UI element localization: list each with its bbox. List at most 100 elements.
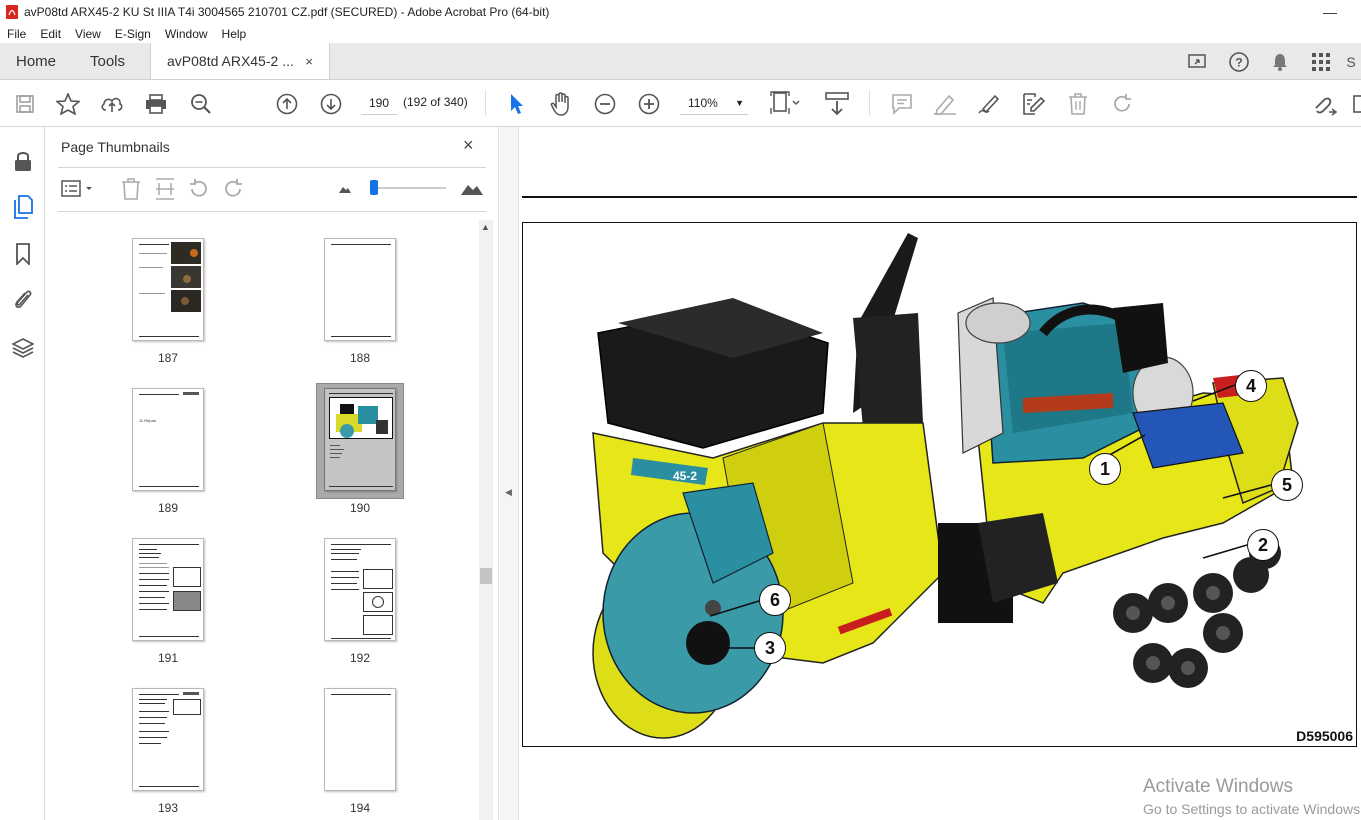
activate-windows-title: Activate Windows xyxy=(1143,776,1293,797)
layers-icon[interactable] xyxy=(0,330,45,366)
panel-collapse-strip[interactable]: ◀ xyxy=(500,127,519,820)
scrollbar-thumb[interactable] xyxy=(480,568,492,584)
thumbnail-page-number: 192 xyxy=(349,651,371,665)
zoom-out-icon[interactable] xyxy=(592,80,618,127)
panel-divider xyxy=(58,211,486,212)
figure-code: D595006 xyxy=(1296,728,1353,744)
thumbnail-page-number: 189 xyxy=(157,501,179,515)
callout-5: 5 xyxy=(1271,469,1303,501)
tab-document[interactable]: avP08td ARX45-2 ... × xyxy=(150,43,330,79)
panel-title: Page Thumbnails xyxy=(61,139,170,155)
select-cursor-icon[interactable] xyxy=(506,80,528,127)
attachment-paperclip-icon[interactable] xyxy=(0,281,45,317)
callout-4: 4 xyxy=(1235,370,1267,402)
share-link-icon[interactable] xyxy=(1310,80,1340,127)
window-title: avP08td ARX45-2 KU St IIIA T4i 3004565 2… xyxy=(24,5,550,19)
thumbnail-scrollbar[interactable]: ▲ xyxy=(479,220,493,820)
search-zoom-icon[interactable] xyxy=(188,80,214,127)
tab-bar: Home Tools avP08td ARX45-2 ... × ? S xyxy=(0,43,1361,80)
chevron-down-icon: ▼ xyxy=(735,98,744,108)
callout-3: 3 xyxy=(754,632,786,664)
navigation-rail xyxy=(0,127,45,820)
thumbnail-page xyxy=(132,538,204,641)
thumbnail-page xyxy=(324,688,396,791)
tab-document-label: avP08td ARX45-2 ... xyxy=(167,53,294,69)
scroll-up-icon[interactable]: ▲ xyxy=(481,222,490,232)
thumbnail-page xyxy=(324,238,396,341)
sign-pen-icon[interactable] xyxy=(976,80,1002,127)
sign-in-icon[interactable]: S xyxy=(1341,54,1361,70)
edit-document-icon[interactable] xyxy=(1020,80,1046,127)
page-fit-icon[interactable] xyxy=(768,80,804,127)
activate-windows-subtitle: Go to Settings to activate Windows. xyxy=(1143,801,1361,817)
page-thumbnails-icon[interactable] xyxy=(0,189,45,225)
callout-arrows xyxy=(705,384,1272,649)
save-icon[interactable] xyxy=(12,80,38,127)
callout-6: 6 xyxy=(759,584,791,616)
upload-cloud-icon[interactable] xyxy=(99,80,125,127)
thumbnail-page-number: 187 xyxy=(157,351,179,365)
thumbnail-page-number: 190 xyxy=(349,501,371,515)
callout-1: 1 xyxy=(1089,453,1121,485)
menu-esign[interactable]: E-Sign xyxy=(108,27,158,41)
menu-view[interactable]: View xyxy=(68,27,108,41)
slider-handle[interactable] xyxy=(370,180,378,195)
hand-tool-icon[interactable] xyxy=(548,80,574,127)
zoom-value: 110% xyxy=(688,95,718,110)
page-number-input[interactable]: 190 xyxy=(361,91,397,115)
lock-icon[interactable] xyxy=(0,143,45,179)
options-menu-icon[interactable] xyxy=(60,177,96,201)
share-review-icon[interactable] xyxy=(1177,52,1218,72)
machine-figure: 45-2 1 2 3 4 5 6 D595006 xyxy=(522,222,1357,747)
tab-home[interactable]: Home xyxy=(0,43,74,79)
menu-file[interactable]: File xyxy=(0,27,33,41)
extract-pages-icon[interactable] xyxy=(153,177,177,201)
previous-page-icon[interactable] xyxy=(274,80,300,127)
page-thumbnails-panel: Page Thumbnails × 187 188 11 Repair 189 … xyxy=(45,127,499,820)
thumbnail-page-number: 194 xyxy=(349,801,371,815)
toolbar-divider xyxy=(485,90,486,116)
highlight-pen-icon[interactable] xyxy=(932,80,958,127)
help-icon[interactable]: ? xyxy=(1218,51,1259,73)
thumbnail-page-number: 191 xyxy=(157,651,179,665)
panel-divider xyxy=(58,167,486,168)
svg-text:?: ? xyxy=(1235,55,1242,69)
delete-trash-icon[interactable] xyxy=(1065,80,1091,127)
apps-grid-icon[interactable] xyxy=(1300,52,1341,71)
collapse-left-icon[interactable]: ◀ xyxy=(505,487,512,498)
more-tools-icon[interactable] xyxy=(1352,80,1361,127)
panel-toolbar xyxy=(45,171,499,207)
callout-2: 2 xyxy=(1247,529,1279,561)
smaller-thumbnails-icon[interactable] xyxy=(335,177,355,201)
thumbnail-page-number: 193 xyxy=(157,801,179,815)
next-page-icon[interactable] xyxy=(318,80,344,127)
scroll-mode-icon[interactable] xyxy=(822,80,852,127)
larger-thumbnails-icon[interactable] xyxy=(457,177,487,201)
bookmark-icon[interactable] xyxy=(0,236,45,272)
thumbnail-page xyxy=(324,388,396,491)
title-bar: avP08td ARX45-2 KU St IIIA T4i 3004565 2… xyxy=(0,0,1361,24)
thumbnail-size-slider[interactable] xyxy=(372,187,446,189)
minimize-button[interactable]: — xyxy=(1323,4,1337,20)
redo-icon[interactable] xyxy=(1109,80,1135,127)
bookmark-star-icon[interactable] xyxy=(55,80,81,127)
acrobat-app-icon xyxy=(6,5,18,19)
menu-edit[interactable]: Edit xyxy=(33,27,68,41)
toolbar: 190 (192 of 340) 110% ▼ xyxy=(0,80,1361,127)
tab-tools[interactable]: Tools xyxy=(74,43,150,79)
zoom-in-icon[interactable] xyxy=(636,80,662,127)
close-panel-icon[interactable]: × xyxy=(463,135,474,156)
delete-page-icon[interactable] xyxy=(119,177,143,201)
rotate-clockwise-icon[interactable] xyxy=(221,177,245,201)
print-icon[interactable] xyxy=(143,80,169,127)
zoom-dropdown[interactable]: 110% ▼ xyxy=(680,91,748,115)
close-tab-icon[interactable]: × xyxy=(305,54,313,69)
thumbnail-page xyxy=(132,238,204,341)
comment-icon[interactable] xyxy=(889,80,915,127)
rotate-counterclockwise-icon[interactable] xyxy=(187,177,211,201)
menu-bar: File Edit View E-Sign Window Help xyxy=(0,24,1361,43)
menu-window[interactable]: Window xyxy=(158,27,215,41)
menu-help[interactable]: Help xyxy=(215,27,254,41)
notification-bell-icon[interactable] xyxy=(1259,52,1300,72)
thumbnail-heading: 11 Repair xyxy=(139,418,157,423)
